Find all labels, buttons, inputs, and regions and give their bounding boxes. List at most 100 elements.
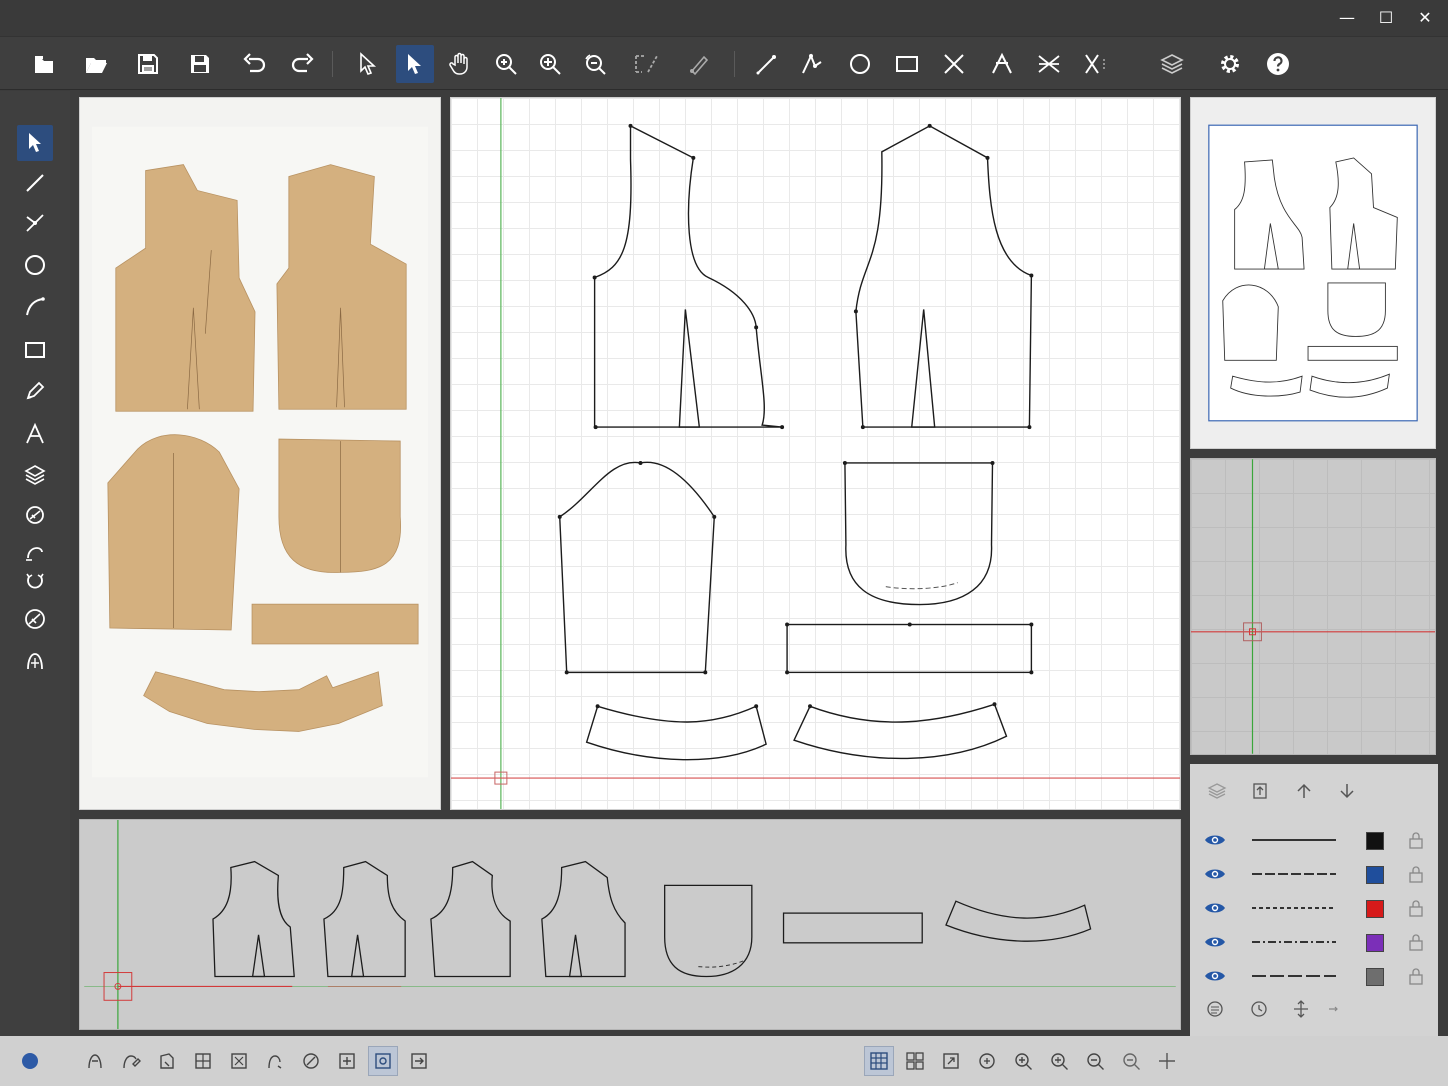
open-folder-button[interactable] xyxy=(77,45,115,83)
strip-waistband[interactable] xyxy=(782,912,923,944)
zoom-in-button[interactable] xyxy=(1008,1046,1038,1076)
layer-row[interactable] xyxy=(1190,824,1438,858)
layer-color-swatch[interactable] xyxy=(1366,900,1384,918)
pattern-export-button[interactable] xyxy=(404,1046,434,1076)
layer-up-button[interactable] xyxy=(1291,778,1317,804)
select-button[interactable] xyxy=(396,45,434,83)
layer-move-button[interactable] xyxy=(1288,996,1314,1022)
help-button[interactable] xyxy=(1259,45,1297,83)
eye-icon[interactable] xyxy=(1204,866,1226,882)
left-select-tool[interactable] xyxy=(17,125,53,161)
strip-piece-1[interactable] xyxy=(212,860,295,978)
dart-button[interactable] xyxy=(983,45,1021,83)
waistband-piece[interactable] xyxy=(786,623,1033,674)
layer-merge-button[interactable] xyxy=(1202,996,1228,1022)
grid-alt-button[interactable] xyxy=(900,1046,930,1076)
save-button[interactable] xyxy=(181,45,219,83)
layer-row[interactable] xyxy=(1190,960,1438,994)
pattern-edit-button[interactable] xyxy=(116,1046,146,1076)
left-layers-tool[interactable] xyxy=(17,457,53,493)
layer-stack-button[interactable] xyxy=(1204,778,1230,804)
layer-color-swatch[interactable] xyxy=(1366,968,1384,986)
left-rotate-tool[interactable] xyxy=(17,563,53,599)
measure-button[interactable] xyxy=(627,45,665,83)
circle-button[interactable] xyxy=(841,45,879,83)
front-bodice-piece[interactable] xyxy=(593,124,783,428)
maximize-button[interactable]: ☐ xyxy=(1371,6,1401,30)
snap-button[interactable] xyxy=(936,1046,966,1076)
notch-button[interactable] xyxy=(1077,45,1115,83)
left-pen-tool[interactable] xyxy=(17,373,53,409)
collar-right-piece[interactable] xyxy=(793,703,1008,760)
close-button[interactable]: ✕ xyxy=(1410,6,1440,30)
layer-line-style[interactable] xyxy=(1252,941,1336,943)
zoom-area-button[interactable] xyxy=(972,1046,1002,1076)
navigator-panel[interactable] xyxy=(1190,458,1436,755)
cross-button[interactable] xyxy=(935,45,973,83)
layer-row[interactable] xyxy=(1190,892,1438,926)
layer-row[interactable] xyxy=(1190,926,1438,960)
pattern-curve-button[interactable] xyxy=(260,1046,290,1076)
pen-node-button[interactable] xyxy=(680,45,718,83)
crosshair-button[interactable] xyxy=(1152,1046,1182,1076)
select-outline-button[interactable] xyxy=(349,45,387,83)
zoom-fit-button[interactable] xyxy=(531,45,569,83)
lock-icon[interactable] xyxy=(1408,967,1424,985)
pattern-pen-button[interactable] xyxy=(296,1046,326,1076)
polyline-button[interactable] xyxy=(793,45,831,83)
strip-piece-2[interactable] xyxy=(323,860,406,978)
strip-collar[interactable] xyxy=(945,900,1092,942)
left-text-tool[interactable] xyxy=(17,416,53,452)
eye-icon[interactable] xyxy=(1204,934,1226,950)
pieces-strip-panel[interactable] xyxy=(79,819,1181,1030)
lock-icon[interactable] xyxy=(1408,865,1424,883)
zoom-all-button[interactable] xyxy=(1080,1046,1110,1076)
left-node-tool[interactable] xyxy=(17,205,53,241)
main-pattern-canvas[interactable] xyxy=(450,97,1181,810)
undo-button[interactable] xyxy=(235,45,273,83)
layer-color-swatch[interactable] xyxy=(1366,934,1384,952)
left-curve-tool[interactable] xyxy=(17,289,53,325)
eye-icon[interactable] xyxy=(1204,832,1226,848)
left-circle-tool[interactable] xyxy=(17,247,53,283)
pattern-node-button[interactable] xyxy=(224,1046,254,1076)
left-fit-tool[interactable] xyxy=(17,643,53,679)
sleeve-piece[interactable] xyxy=(559,461,715,674)
layer-line-style[interactable] xyxy=(1252,975,1336,977)
layer-pin-button[interactable] xyxy=(1320,996,1346,1022)
back-bodice-piece[interactable] xyxy=(855,125,1033,428)
lock-icon[interactable] xyxy=(1408,933,1424,951)
settings-button[interactable] xyxy=(1211,45,1249,83)
zoom-page-button[interactable] xyxy=(1044,1046,1074,1076)
eye-icon[interactable] xyxy=(1204,968,1226,984)
line-button[interactable] xyxy=(748,45,786,83)
pattern-button[interactable] xyxy=(80,1046,110,1076)
lock-icon[interactable] xyxy=(1408,899,1424,917)
layers-button[interactable] xyxy=(1153,45,1191,83)
pocket-piece[interactable] xyxy=(844,462,994,606)
layer-row[interactable] xyxy=(1190,858,1438,892)
left-grade-tool[interactable] xyxy=(17,497,53,533)
eye-icon[interactable] xyxy=(1204,900,1226,916)
grid-button[interactable] xyxy=(864,1046,894,1076)
minimize-button[interactable]: — xyxy=(1332,6,1362,30)
pattern-target-button[interactable] xyxy=(368,1046,398,1076)
pan-button[interactable] xyxy=(441,45,479,83)
layer-down-button[interactable] xyxy=(1334,778,1360,804)
strip-piece-4[interactable] xyxy=(541,860,626,978)
layer-color-swatch[interactable] xyxy=(1366,832,1384,850)
overview-panel[interactable] xyxy=(1190,97,1436,449)
collar-left-piece[interactable] xyxy=(585,705,767,761)
layer-line-style[interactable] xyxy=(1252,839,1336,841)
mirror-button[interactable] xyxy=(1030,45,1068,83)
left-line-tool[interactable] xyxy=(17,165,53,201)
left-measure-tool[interactable] xyxy=(17,601,53,637)
pattern-add-button[interactable] xyxy=(332,1046,362,1076)
layer-add-button[interactable] xyxy=(1247,778,1273,804)
left-rectangle-tool[interactable] xyxy=(17,332,53,368)
zoom-reset-button[interactable] xyxy=(576,45,614,83)
pattern-grid-button[interactable] xyxy=(188,1046,218,1076)
strip-piece-3[interactable] xyxy=(430,860,511,978)
save-as-button[interactable] xyxy=(129,45,167,83)
layer-color-swatch[interactable] xyxy=(1366,866,1384,884)
